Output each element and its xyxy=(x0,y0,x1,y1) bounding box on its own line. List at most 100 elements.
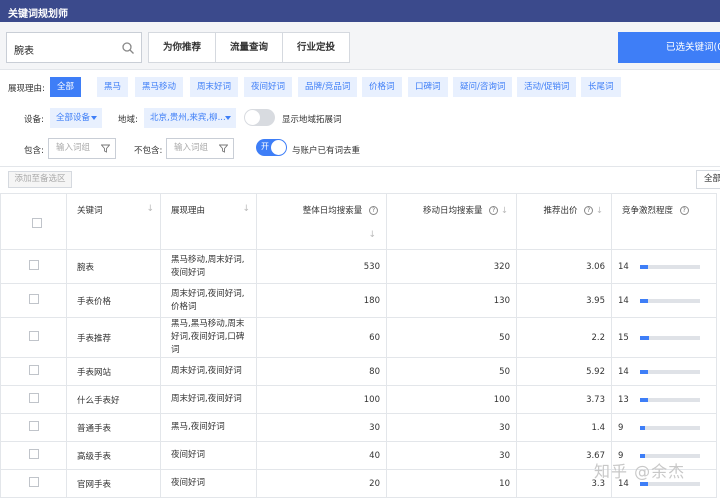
region-select[interactable]: 北京,贵州,来宾,柳... xyxy=(144,108,236,128)
row-checkbox[interactable] xyxy=(28,260,39,270)
keyword-cell: 官网手表 xyxy=(66,469,161,498)
row-checkbox[interactable] xyxy=(28,365,39,375)
chip-weekend[interactable]: 周末好词 xyxy=(190,77,239,97)
chip-night[interactable]: 夜间好词 xyxy=(244,77,293,97)
row-checkbox[interactable] xyxy=(28,449,39,459)
reason-cell: 黑马,黑马移动,周末好词,夜间好词,口碑词 xyxy=(160,317,257,358)
chip-all[interactable]: 全部 xyxy=(50,77,82,97)
bid-cell: 3.95 xyxy=(516,283,612,318)
row-select-cell xyxy=(0,317,67,358)
competition-cell: 15 xyxy=(611,317,717,358)
competition-group: 14 xyxy=(618,296,710,306)
competition-bar xyxy=(640,298,700,303)
chip-promotion[interactable]: 活动/促销词 xyxy=(517,77,577,97)
help-icon[interactable]: ? xyxy=(584,206,594,215)
row-checkbox[interactable] xyxy=(28,331,39,341)
table-row[interactable]: 腕表 黑马移动,周末好词,夜间好词 530 320 3.06 14 xyxy=(0,249,717,284)
chip-price[interactable]: 价格词 xyxy=(362,77,402,97)
chip-dark-horse-mobile[interactable]: 黑马移动 xyxy=(135,77,184,97)
chip-reputation[interactable]: 口碑词 xyxy=(408,77,448,97)
col-competition[interactable]: 竞争激烈程度 ? xyxy=(611,193,717,250)
col-keyword-label: 关键词 xyxy=(77,206,103,216)
row-checkbox[interactable] xyxy=(28,421,39,431)
divider xyxy=(0,166,720,167)
competition-bar xyxy=(640,453,700,458)
table-row[interactable]: 手表推荐 黑马,黑马移动,周末好词,夜间好词,口碑词 60 50 2.2 15 xyxy=(0,317,717,358)
sort-icon[interactable]: ↓ xyxy=(596,206,603,216)
bid-cell: 5.92 xyxy=(516,357,612,386)
daily-search-cell: 100 xyxy=(256,385,387,414)
search-input[interactable]: 腕表 xyxy=(14,42,34,57)
chip-dark-horse[interactable]: 黑马 xyxy=(97,77,129,97)
region-expand-toggle[interactable] xyxy=(244,109,275,126)
include-placeholder: 输入词组 xyxy=(56,143,91,153)
all-button[interactable]: 全部 xyxy=(696,170,720,189)
table-row[interactable]: 什么手表好 周末好词,夜间好词 100 100 3.73 13 xyxy=(0,385,717,414)
filter-icon[interactable] xyxy=(101,144,110,153)
keyword-cell: 高级手表 xyxy=(66,441,161,470)
select-all-checkbox[interactable] xyxy=(32,218,42,228)
help-icon[interactable]: ? xyxy=(489,206,499,215)
device-region-row: 设备: 全部设备 地域: 北京,贵州,来宾,柳... 显示地域拓展词 xyxy=(0,104,720,134)
col-mobile-search[interactable]: 移动日均搜索量 ? ↓ xyxy=(386,193,517,250)
row-checkbox[interactable] xyxy=(28,477,39,487)
help-icon[interactable]: ? xyxy=(679,206,689,215)
table-row[interactable]: 普通手表 黑马,夜间好词 30 30 1.4 9 xyxy=(0,413,717,442)
bid-cell: 1.4 xyxy=(516,413,612,442)
table-row[interactable]: 手表价格 周末好词,夜间好词,价格词 180 130 3.95 14 xyxy=(0,283,717,318)
region-label: 地域: xyxy=(118,115,138,125)
chip-long-tail[interactable]: 长尾词 xyxy=(581,77,621,97)
mobile-search-cell: 130 xyxy=(386,283,517,318)
chip-brand[interactable]: 品牌/竞品词 xyxy=(298,77,358,97)
tab-traffic-query[interactable]: 流量查询 xyxy=(216,33,284,62)
table-row[interactable]: 手表网站 周末好词,夜间好词 80 50 5.92 14 xyxy=(0,357,717,386)
add-to-candidates-button[interactable]: 添加至备选区 xyxy=(8,171,72,188)
exclude-label: 不包含: xyxy=(134,146,163,156)
watermark: 知乎 @余杰 xyxy=(594,462,686,481)
table-header-row: 关键词 ↓ 展现理由 ↓ 整体日均搜索量 ? ↓ 移动日均搜索量 ? ↓ 推荐出… xyxy=(0,193,717,250)
col-daily-search-label: 整体日均搜索量 xyxy=(302,206,363,216)
keyword-search-box[interactable]: 腕表 xyxy=(6,32,142,63)
search-icon[interactable] xyxy=(121,41,135,55)
region-select-value: 北京,贵州,来宾,柳... xyxy=(150,113,226,123)
competition-value: 13 xyxy=(618,394,629,405)
sort-icon[interactable]: ↓ xyxy=(368,230,376,240)
reason-cell: 周末好词,夜间好词,价格词 xyxy=(160,283,257,318)
keyword-table: 关键词 ↓ 展现理由 ↓ 整体日均搜索量 ? ↓ 移动日均搜索量 ? ↓ 推荐出… xyxy=(0,193,717,498)
mobile-search-cell: 30 xyxy=(386,441,517,470)
device-label: 设备: xyxy=(24,115,44,125)
tab-industry[interactable]: 行业定投 xyxy=(283,33,349,62)
bid-cell: 3.06 xyxy=(516,249,612,284)
competition-group: 13 xyxy=(618,395,710,405)
include-input[interactable]: 输入词组 xyxy=(48,138,116,159)
daily-search-cell: 60 xyxy=(256,317,387,358)
sort-icon[interactable]: ↓ xyxy=(242,204,250,214)
keyword-cell: 腕表 xyxy=(66,249,161,284)
col-bid[interactable]: 推荐出价 ? ↓ xyxy=(516,193,612,250)
sort-icon[interactable]: ↓ xyxy=(146,204,154,214)
exclude-input[interactable]: 输入词组 xyxy=(166,138,234,159)
dedupe-toggle[interactable]: 开 xyxy=(256,139,287,156)
competition-cell: 14 xyxy=(611,283,717,318)
row-checkbox[interactable] xyxy=(28,294,39,304)
competition-cell: 14 xyxy=(611,357,717,386)
reason-filter-label: 展现理由: xyxy=(8,84,45,94)
help-icon[interactable]: ? xyxy=(369,206,378,215)
dedupe-toggle-text: 开 xyxy=(261,142,269,151)
col-daily-search[interactable]: 整体日均搜索量 ? ↓ xyxy=(256,193,387,250)
col-keyword[interactable]: 关键词 ↓ xyxy=(66,193,161,250)
toggle-knob xyxy=(245,110,260,125)
chip-question[interactable]: 疑问/咨询词 xyxy=(453,77,513,97)
sort-icon[interactable]: ↓ xyxy=(501,206,508,216)
daily-search-cell: 40 xyxy=(256,441,387,470)
row-checkbox[interactable] xyxy=(28,393,39,403)
col-reason[interactable]: 展现理由 ↓ xyxy=(160,193,257,250)
filter-icon[interactable] xyxy=(219,144,228,153)
tab-recommend[interactable]: 为你推荐 xyxy=(149,33,217,62)
keyword-cell: 手表价格 xyxy=(66,283,161,318)
device-select[interactable]: 全部设备 xyxy=(50,108,102,128)
row-select-cell xyxy=(0,413,67,442)
mobile-search-cell: 30 xyxy=(386,413,517,442)
selected-keywords-button[interactable]: 已选关键词(0) xyxy=(618,32,720,63)
reason-cell: 周末好词,夜间好词 xyxy=(160,357,257,386)
